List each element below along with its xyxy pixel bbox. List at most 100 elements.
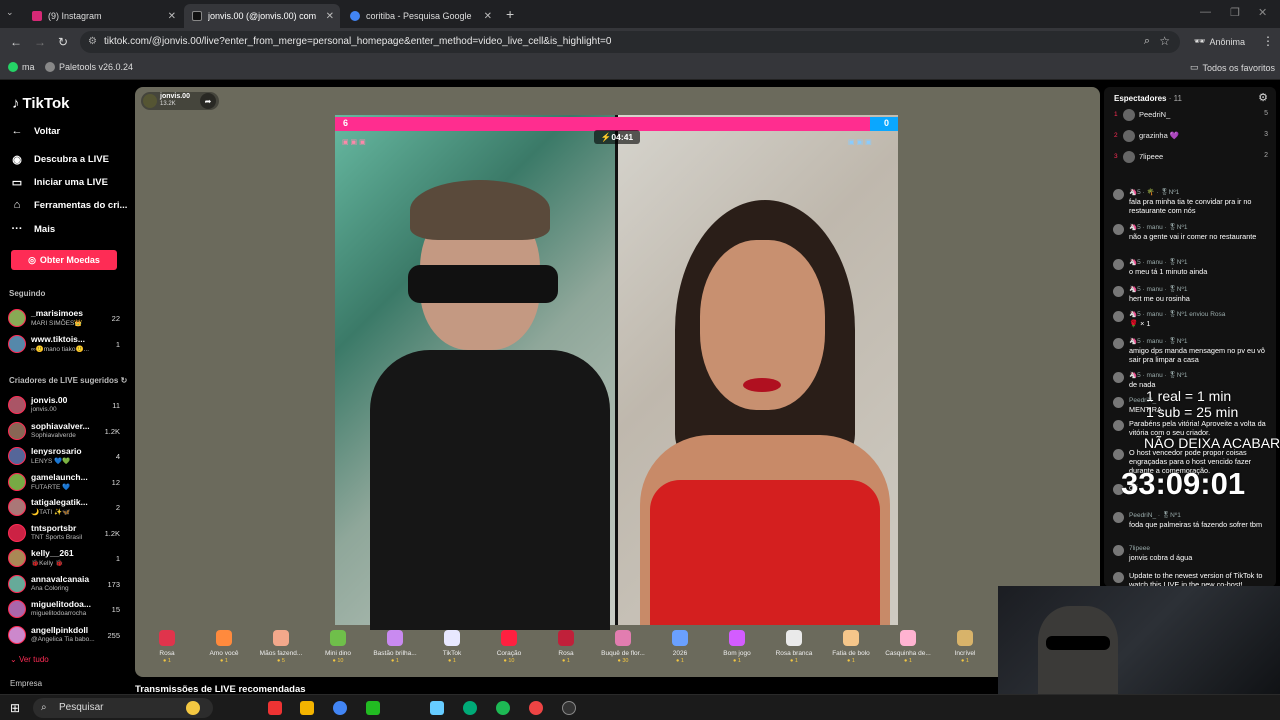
- tiktok-logo[interactable]: ♪ TikTok: [12, 95, 69, 112]
- gift-item[interactable]: Rosa ● 1: [540, 628, 592, 670]
- chat-message[interactable]: 7lipeee jonvis cobra d água: [1113, 544, 1273, 564]
- suggested-user[interactable]: jonvis.00 jonvis.00 11: [8, 395, 126, 417]
- chat-message[interactable]: PeedriN_ · 🎖Nº1 foda que palmeiras tá faz…: [1113, 511, 1273, 541]
- suggested-user[interactable]: tntsportsbr TNT Sports Brasil 1.2K: [8, 523, 126, 545]
- zoom-icon[interactable]: ⌕: [1144, 35, 1150, 48]
- avatar: [1113, 311, 1124, 322]
- gift-item[interactable]: Casquinha de... ● 1: [882, 628, 934, 670]
- nav-start-live[interactable]: ▭ Iniciar uma LIVE: [10, 176, 108, 189]
- refresh-icon[interactable]: ↻: [121, 376, 128, 385]
- gift-item[interactable]: Bom jogo ● 1: [711, 628, 763, 670]
- gift-price-value: 1: [452, 658, 456, 664]
- following-user[interactable]: _marisimoes MARI SIMÕES👑 22: [8, 308, 126, 330]
- nav-more[interactable]: ··· Mais: [10, 223, 56, 235]
- chat-message[interactable]: 🦄5 · manu · 🎖Nº1 o meu tá 1 minuto ainda: [1113, 258, 1273, 278]
- close-icon[interactable]: ✕: [484, 11, 492, 22]
- suggested-user[interactable]: lenysrosario LENYS 💙💚 4: [8, 446, 126, 468]
- get-coins-button[interactable]: ◎ Obter Moedas: [11, 250, 117, 270]
- close-window-icon[interactable]: ✕: [1258, 6, 1267, 19]
- tab-google[interactable]: coritiba - Pesquisa Google ✕: [342, 4, 498, 28]
- bookmark-star-icon[interactable]: ☆: [1159, 34, 1170, 48]
- suggested-user[interactable]: sophiavalver... Sophiavalverde 1.2K: [8, 421, 126, 443]
- share-icon[interactable]: ➦: [200, 93, 216, 109]
- gift-item[interactable]: Incrível ● 1: [939, 628, 991, 670]
- tab-instagram[interactable]: (9) Instagram ✕: [24, 4, 182, 28]
- bookmark-whatsapp[interactable]: ma: [8, 62, 35, 72]
- forward-icon[interactable]: →: [34, 35, 46, 49]
- gift-price: ● 1: [448, 658, 456, 664]
- suggested-user[interactable]: angelIpinkdoll @Angelica Tia babo... 255: [8, 625, 126, 647]
- edge-icon[interactable]: [463, 701, 477, 715]
- back-label: Voltar: [34, 125, 61, 137]
- gift-item[interactable]: Buquê de flor... ● 30: [597, 628, 649, 670]
- gift-item[interactable]: TikTok ● 1: [426, 628, 478, 670]
- back-link[interactable]: ← Voltar: [10, 125, 61, 137]
- new-tab-icon[interactable]: +: [506, 6, 514, 22]
- reload-icon[interactable]: ↻: [58, 35, 68, 49]
- site-info-icon[interactable]: ⚙: [88, 36, 97, 47]
- suggested-user[interactable]: annavalcanaia Ana Coloring 173: [8, 574, 126, 596]
- suggested-user[interactable]: tatigalegatik... 🌙TATI ✨🦋 2: [8, 497, 126, 519]
- gift-item[interactable]: Mãos fazend... ● 5: [255, 628, 307, 670]
- following-user[interactable]: www.tiktois... ∞🙂mano tiako🙂... 1: [8, 334, 126, 356]
- chat-text: 🌹 × 1: [1129, 319, 1151, 328]
- all-favorites[interactable]: ▭ Todos os favoritos: [1190, 62, 1275, 73]
- viewer-score: 3: [1264, 131, 1268, 138]
- viewers-title: Espectadores · 11: [1114, 94, 1182, 103]
- chat-message[interactable]: 🦄5 · 🌴 · 🎖Nº1 fala pra minha tia te convi…: [1113, 188, 1273, 218]
- tab-search-icon[interactable]: ⌄: [6, 7, 14, 18]
- gift-item[interactable]: Coração ● 10: [483, 628, 535, 670]
- avatar: [1123, 130, 1135, 142]
- tab-tiktok[interactable]: jonvis.00 (@jonvis.00) com ✕: [184, 4, 340, 28]
- suggested-user[interactable]: kelly__261 🐞Kelly 🐞 1: [8, 548, 126, 570]
- close-icon[interactable]: ✕: [168, 11, 176, 22]
- chat-message[interactable]: 🦄5 · manu · 🎖Nº1 não a gente vai ir comer…: [1113, 223, 1273, 253]
- app-icon[interactable]: [529, 701, 543, 715]
- app-icon[interactable]: [430, 701, 444, 715]
- gift-price-value: 1: [566, 658, 570, 664]
- gift-item[interactable]: Amo você ● 1: [198, 628, 250, 670]
- settings-icon[interactable]: ⚙: [1258, 91, 1268, 104]
- webcam-glasses: [1046, 636, 1110, 650]
- chrome-icon[interactable]: [333, 701, 347, 715]
- gift-item[interactable]: Fatia de bolo ● 1: [825, 628, 877, 670]
- spotify-icon[interactable]: [496, 701, 510, 715]
- chat-message[interactable]: 🦄5 · manu · 🎖Nº1 hert me ou rosinha: [1113, 285, 1273, 305]
- obs-icon[interactable]: [562, 701, 576, 715]
- close-icon[interactable]: ✕: [326, 11, 334, 22]
- suggested-user[interactable]: miguelitodoa... miguelitodoarrocha 15: [8, 599, 126, 621]
- gift-price-value: 1: [908, 658, 912, 664]
- gift-item[interactable]: 2026 ● 1: [654, 628, 706, 670]
- gift-name: Fatia de bolo: [832, 650, 870, 657]
- address-bar[interactable]: ⚙ tiktok.com/@jonvis.00/live?enter_from_…: [80, 31, 1180, 53]
- app-icon[interactable]: [268, 701, 282, 715]
- user-name: www.tiktois...: [31, 334, 85, 344]
- nav-creator-tools[interactable]: ⌂ Ferramentas do cri...: [10, 199, 128, 211]
- viewer-count: 1: [115, 340, 120, 349]
- incognito-badge[interactable]: 🕶 Anônima: [1194, 36, 1245, 47]
- nav-discover-live[interactable]: ◉ Descubra a LIVE: [10, 153, 109, 166]
- lightning-icon: ⚡: [600, 132, 612, 142]
- back-icon[interactable]: ←: [10, 35, 22, 49]
- suggested-user[interactable]: gamelaunch... FUTARTE 💙 12: [8, 472, 126, 494]
- file-explorer-icon[interactable]: [300, 701, 314, 715]
- gift-item[interactable]: Rosa ● 1: [141, 628, 193, 670]
- copilot-icon[interactable]: [186, 701, 200, 715]
- app-icon[interactable]: [366, 701, 380, 715]
- menu-icon[interactable]: ⋮: [1262, 34, 1274, 48]
- company-link[interactable]: Empresa: [10, 679, 42, 688]
- maximize-icon[interactable]: ❐: [1230, 6, 1240, 19]
- top-viewer[interactable]: 3 7lipeee 2: [1112, 150, 1270, 166]
- minimize-icon[interactable]: —: [1200, 6, 1211, 18]
- gift-item[interactable]: Mini dino ● 10: [312, 628, 364, 670]
- bookmark-paletools[interactable]: Paletools v26.0.24: [45, 62, 133, 72]
- chat-message[interactable]: 🦄5 · manu · 🎖Nº1 amigo dps manda mensagem…: [1113, 337, 1273, 367]
- gift-item[interactable]: Rosa branca ● 1: [768, 628, 820, 670]
- see-all-link[interactable]: ⌄ Ver tudo: [10, 655, 49, 664]
- user-subtitle: Ana Coloring: [31, 584, 69, 592]
- top-viewer[interactable]: 2 grazinha 💜 3: [1112, 129, 1270, 145]
- top-viewer[interactable]: 1 PeedriN_ 5: [1112, 108, 1270, 124]
- gift-item[interactable]: Bastão brilha... ● 1: [369, 628, 421, 670]
- chat-message[interactable]: 🦄5 · manu · 🎖Nº1 enviou Rosa 🌹 × 1: [1113, 310, 1273, 332]
- windows-start-icon[interactable]: ⊞: [10, 701, 20, 715]
